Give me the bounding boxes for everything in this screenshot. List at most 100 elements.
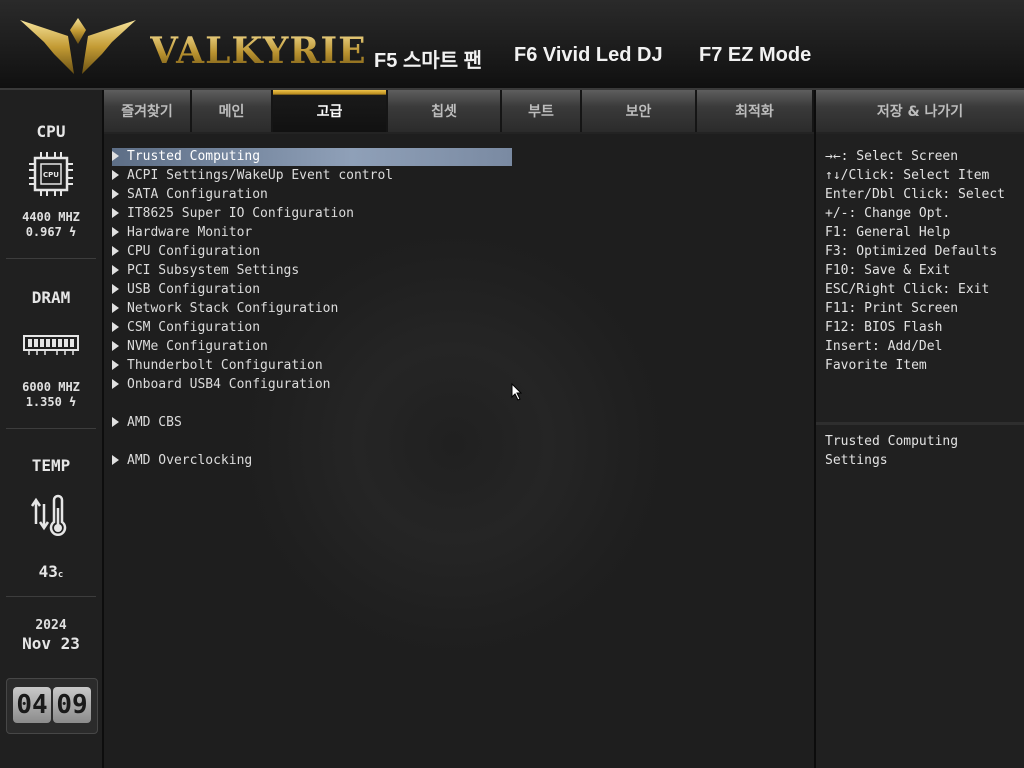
submenu-arrow-icon	[112, 360, 119, 370]
tab-chipset[interactable]: 칩셋	[388, 90, 502, 132]
help-line: Insert: Add/Del	[825, 339, 943, 354]
menu-item-amd-overclocking[interactable]: AMD Overclocking	[112, 452, 252, 470]
help-line: ESC/Right Click: Exit	[825, 282, 990, 297]
dram-module-icon	[23, 335, 79, 355]
clock-hour: 04	[13, 687, 51, 723]
tab-advanced[interactable]: 고급	[273, 90, 388, 132]
menu-item-label: Trusted Computing	[127, 149, 261, 164]
ez-mode-hotkey[interactable]: F7 EZ Mode	[699, 44, 811, 67]
menu-item-sata-configuration[interactable]: SATA Configuration	[112, 186, 268, 204]
menu-item-label: Thunderbolt Configuration	[127, 358, 323, 373]
menu-item-onboard-usb4[interactable]: Onboard USB4 Configuration	[112, 376, 331, 394]
tab-security[interactable]: 보안	[582, 90, 697, 132]
separator	[6, 428, 96, 429]
submenu-arrow-icon	[112, 227, 119, 237]
thermometer-icon	[30, 494, 67, 536]
menu-item-thunderbolt[interactable]: Thunderbolt Configuration	[112, 357, 323, 375]
menu-item-hardware-monitor[interactable]: Hardware Monitor	[112, 224, 252, 242]
help-line: F10: Save & Exit	[825, 263, 951, 278]
item-description: Settings	[825, 453, 888, 468]
help-line: ↑↓/Click: Select Item	[825, 168, 990, 183]
submenu-arrow-icon	[112, 417, 119, 427]
menu-item-label: PCI Subsystem Settings	[127, 263, 300, 278]
voltage-bolt-icon: ϟ	[61, 395, 77, 409]
date-month-day: Nov 23	[22, 634, 80, 653]
separator	[6, 258, 96, 259]
temperature-value: 43	[38, 562, 58, 581]
temperature-unit: c	[57, 570, 64, 580]
tab-optimize[interactable]: 최적화	[697, 90, 814, 132]
brand-wordmark: VALKYRIE	[150, 30, 367, 72]
menu-item-usb-configuration[interactable]: USB Configuration	[112, 281, 260, 299]
menu-item-label: USB Configuration	[127, 282, 261, 297]
submenu-arrow-icon	[112, 246, 119, 256]
clock-minute: 09	[53, 687, 91, 723]
menu-item-amd-cbs[interactable]: AMD CBS	[112, 414, 182, 432]
submenu-arrow-icon	[112, 322, 119, 332]
tab-boot[interactable]: 부트	[502, 90, 582, 132]
help-line: F1: General Help	[825, 225, 951, 240]
submenu-arrow-icon	[112, 151, 119, 161]
valkyrie-wings-logo	[20, 18, 136, 74]
help-line: Favorite Item	[825, 358, 927, 373]
clock-display: 04 09	[6, 678, 98, 734]
separator	[6, 596, 96, 597]
help-line: F11: Print Screen	[825, 301, 959, 316]
vivid-led-dj-hotkey[interactable]: F6 Vivid Led DJ	[514, 44, 663, 67]
help-panel: →←: Select Screen ↑↓/Click: Select Item …	[816, 134, 1024, 768]
menu-item-label: Network Stack Configuration	[127, 301, 339, 316]
menu-item-label: SATA Configuration	[127, 187, 268, 202]
menu-item-super-io[interactable]: IT8625 Super IO Configuration	[112, 205, 354, 223]
submenu-arrow-icon	[112, 284, 119, 294]
menu-item-label: Hardware Monitor	[127, 225, 253, 240]
menu-item-label: ACPI Settings/WakeUp Event control	[127, 168, 394, 183]
menu-item-pci-subsystem[interactable]: PCI Subsystem Settings	[112, 262, 299, 280]
menu-item-label: CSM Configuration	[127, 320, 261, 335]
mouse-pointer-icon	[511, 383, 523, 401]
submenu-arrow-icon	[112, 341, 119, 351]
cpu-chip-icon: CPU	[29, 152, 73, 196]
background-swirl	[234, 214, 674, 674]
tab-bar: 즐겨찾기 메인 고급 칩셋 부트 보안 최적화 저장 & 나가기	[104, 90, 1024, 134]
submenu-arrow-icon	[112, 208, 119, 218]
cpu-frequency: 4400 MHZ	[22, 210, 80, 224]
menu-item-trusted-computing[interactable]: Trusted Computing	[112, 148, 512, 166]
status-panel: CPU CPU 4400 MHZ 0.967 ϟ DRAM 6000 MHZ 1…	[0, 90, 104, 768]
help-line: +/-: Change Opt.	[825, 206, 951, 221]
help-line: Enter/Dbl Click: Select	[825, 187, 1006, 202]
submenu-arrow-icon	[112, 379, 119, 389]
submenu-arrow-icon	[112, 455, 119, 465]
help-line: →←: Select Screen	[825, 149, 959, 164]
smart-fan-hotkey[interactable]: F5 스마트 팬	[374, 44, 482, 73]
menu-item-acpi-settings[interactable]: ACPI Settings/WakeUp Event control	[112, 167, 393, 185]
submenu-arrow-icon	[112, 303, 119, 313]
menu-item-csm-configuration[interactable]: CSM Configuration	[112, 319, 260, 337]
date-year: 2024	[35, 618, 67, 633]
menu-item-cpu-configuration[interactable]: CPU Configuration	[112, 243, 260, 261]
cpu-chip-label: CPU	[43, 171, 59, 179]
tab-main[interactable]: 메인	[192, 90, 273, 132]
help-line: F3: Optimized Defaults	[825, 244, 998, 259]
menu-item-label: NVMe Configuration	[127, 339, 268, 354]
item-description: Trusted Computing	[825, 434, 959, 449]
dram-voltage-value: 1.350	[25, 395, 62, 409]
menu-item-label: Onboard USB4 Configuration	[127, 377, 331, 392]
menu-item-label: CPU Configuration	[127, 244, 261, 259]
help-separator	[816, 422, 1024, 425]
dram-frequency: 6000 MHZ	[22, 380, 80, 394]
temp-label: TEMP	[31, 456, 71, 475]
tab-favorites[interactable]: 즐겨찾기	[104, 90, 192, 132]
cpu-voltage: 0.967 ϟ	[0, 225, 102, 240]
dram-voltage: 1.350 ϟ	[0, 395, 102, 410]
header-bar: VALKYRIE F5 스마트 팬 F6 Vivid Led DJ F7 EZ …	[0, 0, 1024, 90]
menu-item-nvme-configuration[interactable]: NVMe Configuration	[112, 338, 268, 356]
dram-label: DRAM	[31, 288, 71, 307]
voltage-bolt-icon: ϟ	[61, 225, 77, 239]
menu-item-network-stack[interactable]: Network Stack Configuration	[112, 300, 338, 318]
submenu-arrow-icon	[112, 170, 119, 180]
menu-item-label: AMD Overclocking	[127, 453, 253, 468]
submenu-arrow-icon	[112, 265, 119, 275]
cpu-label: CPU	[36, 122, 66, 141]
menu-item-label: IT8625 Super IO Configuration	[127, 206, 354, 221]
tab-save-exit[interactable]: 저장 & 나가기	[816, 90, 1024, 132]
